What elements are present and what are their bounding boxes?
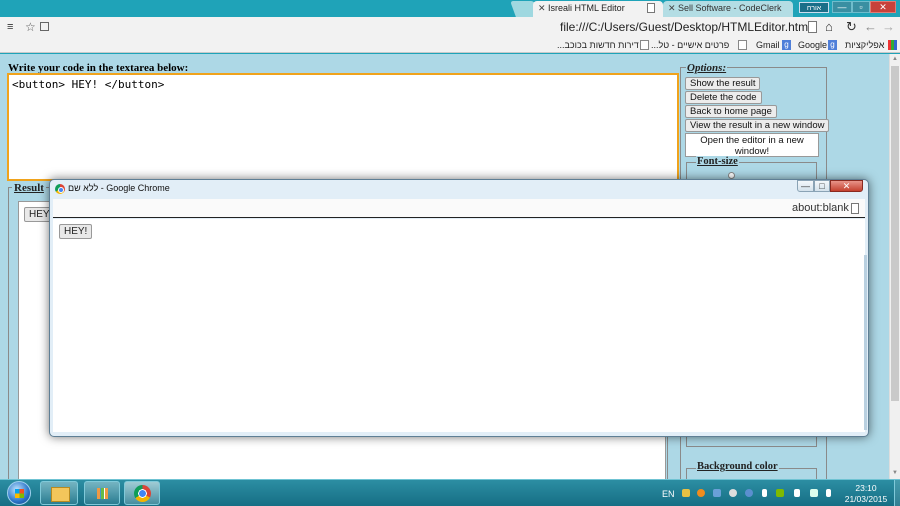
tray-volume-icon[interactable] [729,489,737,497]
tray-flag-icon[interactable] [794,489,800,497]
tab-isreali-html-editor[interactable]: ✕ Isreali HTML Editor [533,1,663,17]
forward-icon[interactable]: → [882,19,895,34]
bookmark-personal-details[interactable]: פרטים אישיים - טל... [651,39,729,51]
bookmark-new-apartments[interactable]: דירות חדשות בכוכב... [557,39,639,51]
bookmark-star-icon[interactable]: ☆ [25,20,36,34]
user-profile-badge[interactable]: אורח [799,2,829,13]
popup-title: ללא שם - Google Chrome [68,183,170,193]
start-button[interactable] [7,481,31,505]
tab-title: Isreali HTML Editor [548,3,625,13]
tray-update-icon[interactable] [776,489,784,497]
popup-minimize-button[interactable]: — [797,180,814,192]
tab-close-icon[interactable]: ✕ [668,1,676,16]
site-info-icon[interactable] [40,22,49,31]
reload-icon[interactable]: ↻ [846,19,857,35]
address-bar[interactable]: file:///C:/Users/Guest/Desktop/HTMLEdito… [560,20,811,34]
google-icon: g [828,40,837,50]
close-button[interactable]: ✕ [870,1,896,13]
back-icon[interactable]: ← [864,19,877,34]
browser-toolbar: ≡ ☆ file:///C:/Users/Guest/Desktop/HTMLE… [0,17,900,38]
bookmark-gmail[interactable]: Gmail [756,39,780,51]
bookmark-apps[interactable]: אפליקציות [845,39,884,51]
tab-sell-software-codeclerk[interactable]: ✕ Sell Software - CodeClerk [663,1,793,17]
page-icon [808,21,817,33]
popup-scrollbar[interactable] [864,255,867,430]
popup-address-bar [53,199,865,218]
tray-network-icon[interactable] [745,489,753,497]
tray-network-status-icon[interactable] [810,489,818,497]
home-icon[interactable]: ⌂ [825,19,833,34]
scroll-up-icon[interactable]: ▲ [892,56,898,62]
popup-maximize-button[interactable]: □ [814,180,830,192]
open-editor-new-window-button[interactable]: Open the editor in a new window! [685,133,819,157]
clock-time[interactable]: 23:10 [846,483,886,493]
options-legend: Options: [686,62,728,74]
minimize-button[interactable]: — [832,1,852,13]
tray-folder-icon[interactable] [682,489,690,497]
chrome-taskbar-icon[interactable] [124,481,160,505]
tray-battery-icon[interactable] [826,489,831,497]
popup-hey-button[interactable]: HEY! [59,224,93,239]
show-result-button[interactable]: Show the result [685,77,761,90]
bookmark-google[interactable]: Google [798,39,827,51]
page-icon [647,3,655,13]
scrollbar-thumb[interactable] [891,66,899,401]
page-icon [851,203,859,214]
popup-body [53,219,865,432]
apps-grid-icon[interactable] [888,40,897,50]
tray-display-icon[interactable] [713,489,721,497]
clock-date[interactable]: 21/03/2015 [840,494,892,504]
scroll-down-icon[interactable]: ▼ [892,470,898,476]
popup-close-button[interactable]: ✕ [830,180,863,192]
tab-title: Sell Software - CodeClerk [678,3,782,13]
popup-url[interactable]: about:blank [792,202,849,214]
chrome-logo-icon [55,184,65,194]
tab-close-icon[interactable]: ✕ [538,1,546,16]
font-size-legend: Font-size [696,156,739,167]
tray-app-icon[interactable] [697,489,705,497]
bookmarks-bar: אפליקציות g Google g Gmail פרטים אישיים … [0,38,900,53]
maximize-button[interactable]: ▫ [852,1,870,13]
tray-bluetooth-icon[interactable] [762,489,767,497]
delete-code-button[interactable]: Delete the code [685,91,762,104]
page-icon [738,40,747,50]
apps-taskbar-icon[interactable] [84,481,120,505]
page-icon [640,40,649,50]
background-color-legend: Background color [696,461,779,472]
view-result-new-window-button[interactable]: View the result in a new window [685,119,830,132]
menu-icon[interactable]: ≡ [7,21,13,33]
font-size-radio[interactable] [728,172,735,179]
back-home-button[interactable]: Back to home page [685,105,777,118]
language-indicator[interactable]: EN [662,489,675,499]
show-desktop-button[interactable] [894,480,900,506]
google-icon: g [782,40,791,50]
result-legend: Result [12,182,46,194]
file-explorer-taskbar-icon[interactable] [40,481,78,505]
code-textarea[interactable]: <button> HEY! </button> [7,73,679,181]
